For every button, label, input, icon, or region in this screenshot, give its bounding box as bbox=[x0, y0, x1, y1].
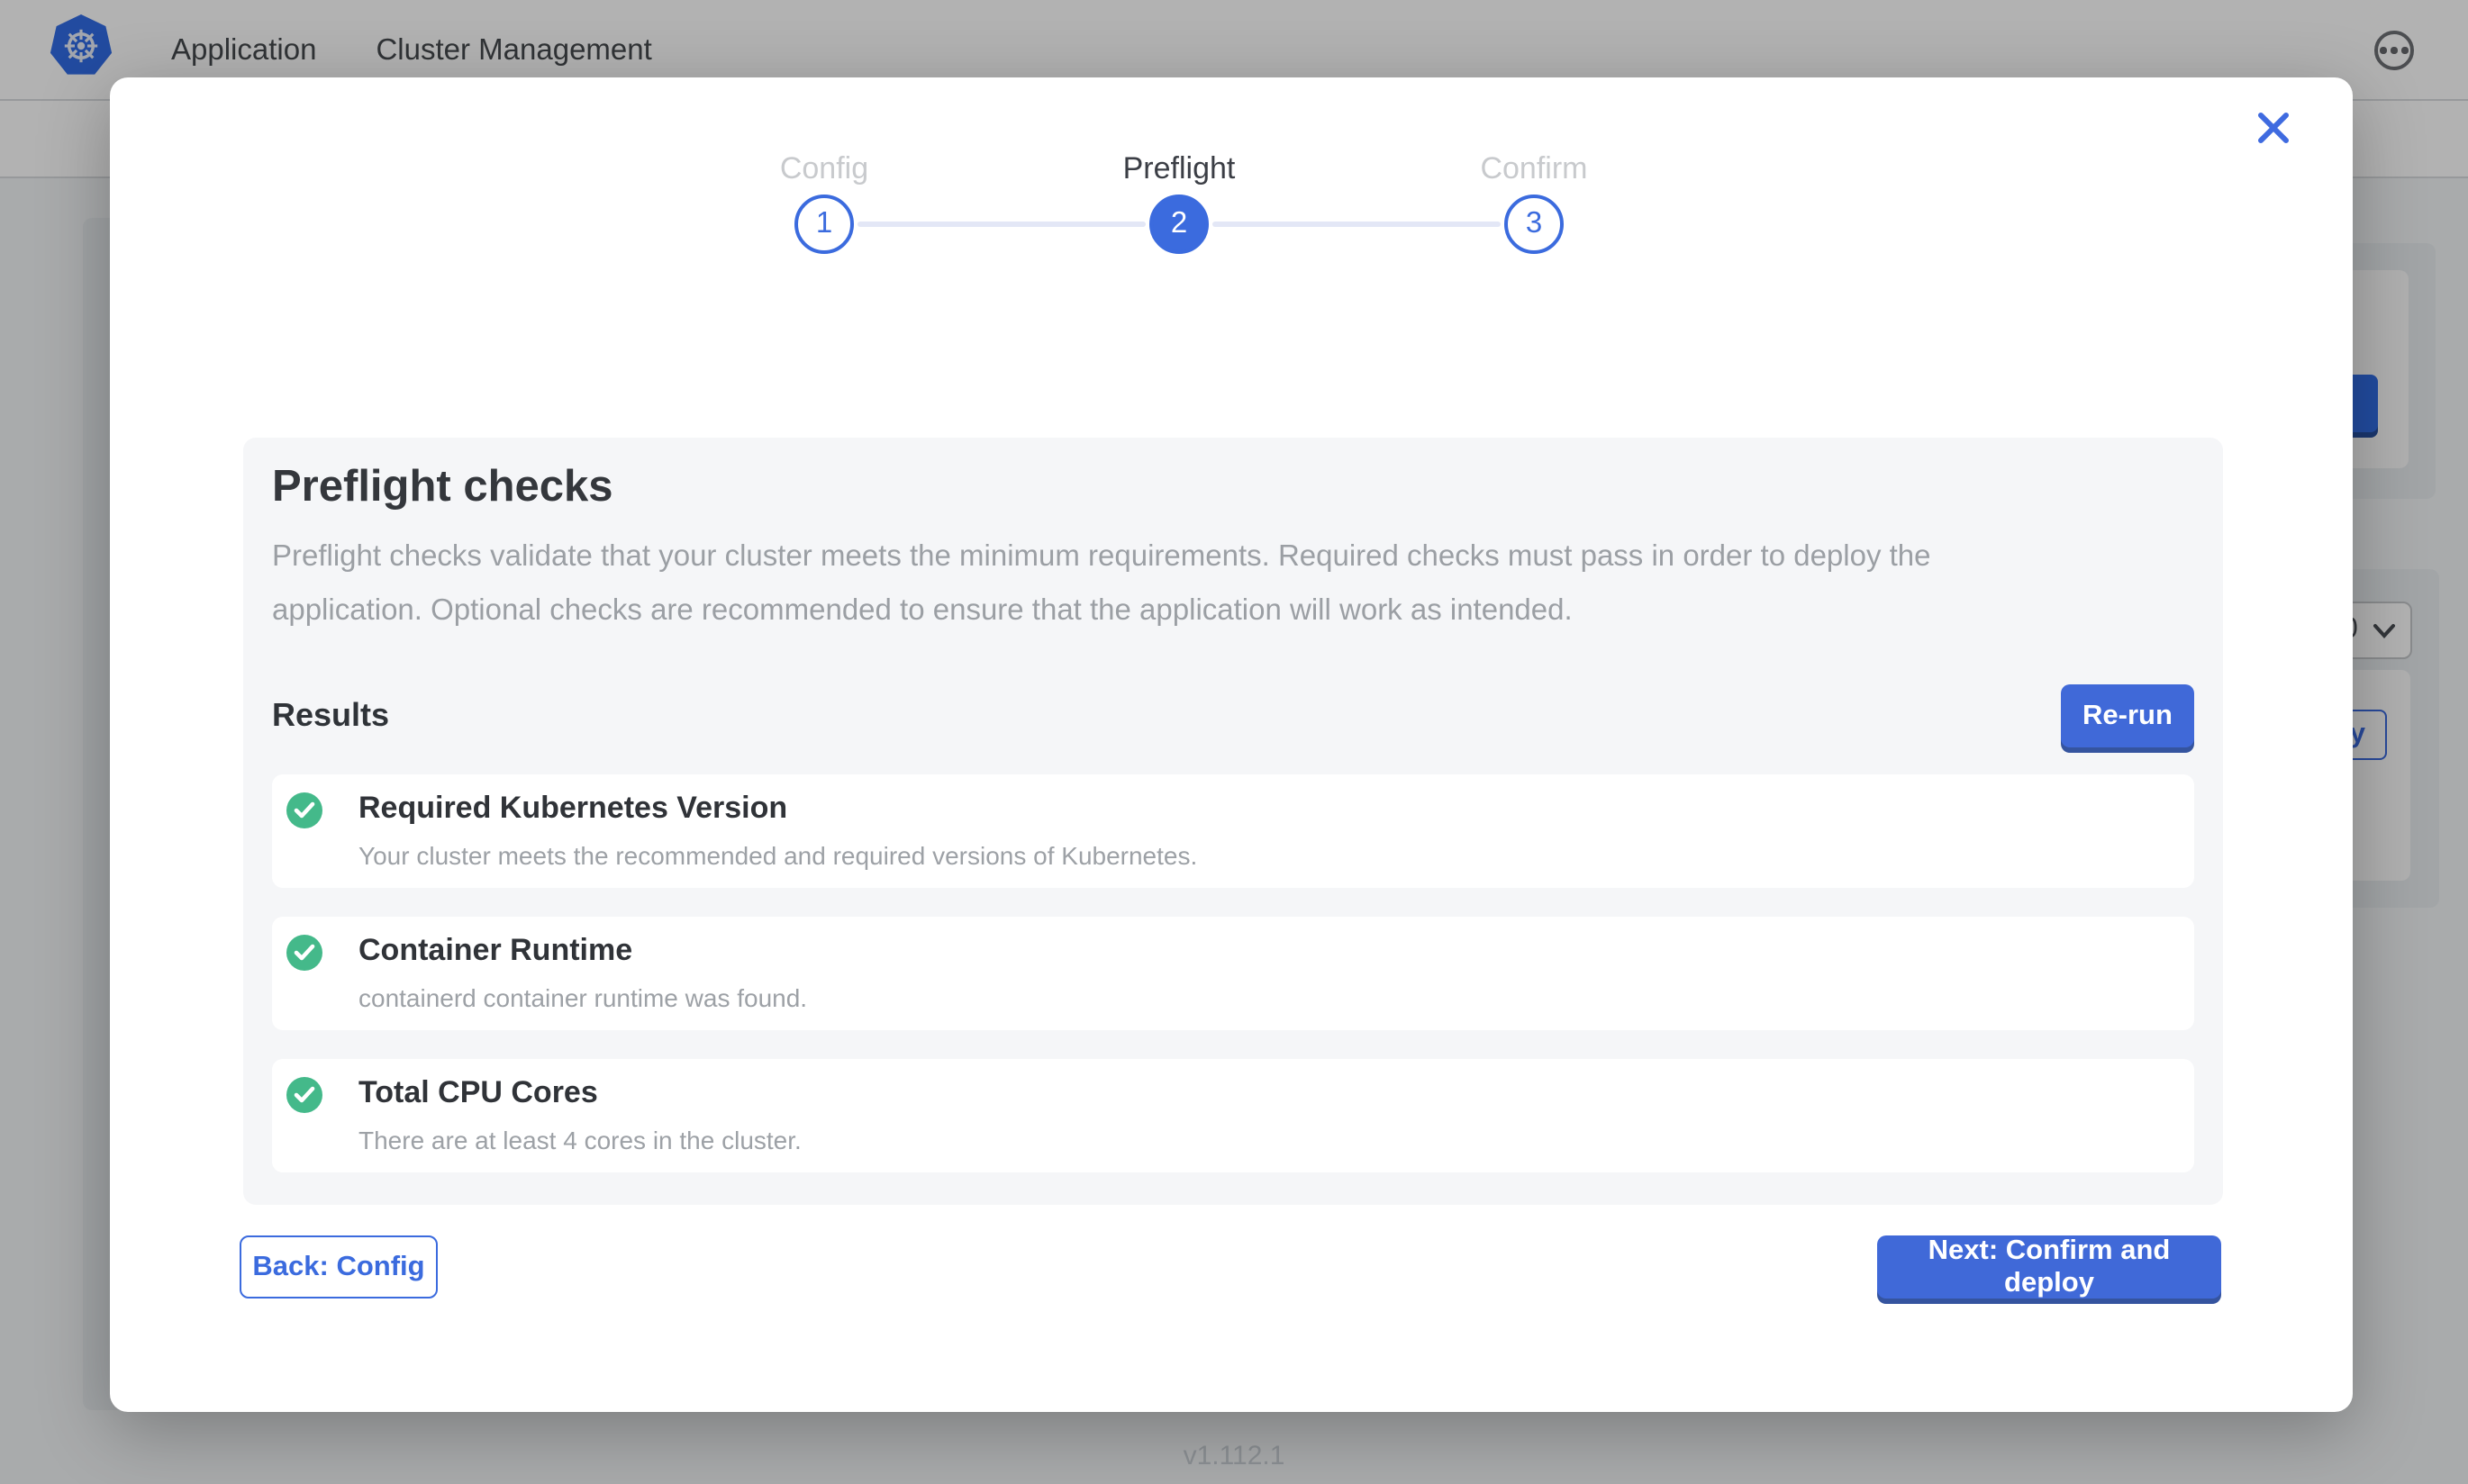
modal-title: Preflight checks bbox=[272, 463, 2194, 513]
step-label: Confirm bbox=[1480, 149, 1587, 187]
step-config[interactable]: Config 1 bbox=[647, 149, 1002, 254]
step-number: 2 bbox=[1149, 195, 1209, 254]
step-preflight[interactable]: Preflight 2 bbox=[1002, 149, 1356, 254]
check-title: Total CPU Cores bbox=[358, 1073, 2165, 1113]
results-header: Results Re-run bbox=[272, 684, 2194, 747]
check-description: containerd container runtime was found. bbox=[358, 982, 2165, 1014]
modal-description: Preflight checks validate that your clus… bbox=[272, 529, 2194, 638]
check-results-list: Required Kubernetes Version Your cluster… bbox=[272, 774, 2194, 1172]
back-button[interactable]: Back: Config bbox=[240, 1235, 438, 1298]
check-title: Container Runtime bbox=[358, 931, 2165, 971]
close-button[interactable] bbox=[2254, 108, 2293, 148]
step-connector bbox=[1212, 222, 1501, 227]
rerun-button[interactable]: Re-run bbox=[2061, 684, 2194, 747]
preflight-wizard-modal: Config 1 Preflight 2 Confirm 3 Preflight… bbox=[110, 77, 2353, 1412]
description-line: Preflight checks validate that your clus… bbox=[272, 529, 2194, 584]
screen: Application Cluster Management 0 y bbox=[0, 0, 2468, 1484]
check-passed-icon bbox=[286, 792, 322, 828]
close-icon bbox=[2255, 110, 2291, 146]
step-number: 3 bbox=[1504, 195, 1564, 254]
description-line: application. Optional checks are recomme… bbox=[272, 584, 2194, 638]
wizard-stepper: Config 1 Preflight 2 Confirm 3 bbox=[647, 149, 1713, 294]
check-result-row: Container Runtime containerd container r… bbox=[272, 917, 2194, 1030]
next-button[interactable]: Next: Confirm and deploy bbox=[1877, 1235, 2221, 1298]
check-title: Required Kubernetes Version bbox=[358, 789, 2165, 828]
step-label: Preflight bbox=[1123, 149, 1236, 187]
check-result-row: Required Kubernetes Version Your cluster… bbox=[272, 774, 2194, 888]
results-heading: Results bbox=[272, 697, 389, 735]
check-passed-icon bbox=[286, 1077, 322, 1113]
check-description: There are at least 4 cores in the cluste… bbox=[358, 1124, 2165, 1156]
step-number: 1 bbox=[794, 195, 854, 254]
check-result-row: Total CPU Cores There are at least 4 cor… bbox=[272, 1059, 2194, 1172]
step-connector bbox=[857, 222, 1146, 227]
check-passed-icon bbox=[286, 935, 322, 971]
check-description: Your cluster meets the recommended and r… bbox=[358, 839, 2165, 872]
step-label: Config bbox=[780, 149, 868, 187]
step-confirm[interactable]: Confirm 3 bbox=[1356, 149, 1711, 254]
preflight-card: Preflight checks Preflight checks valida… bbox=[243, 438, 2223, 1205]
